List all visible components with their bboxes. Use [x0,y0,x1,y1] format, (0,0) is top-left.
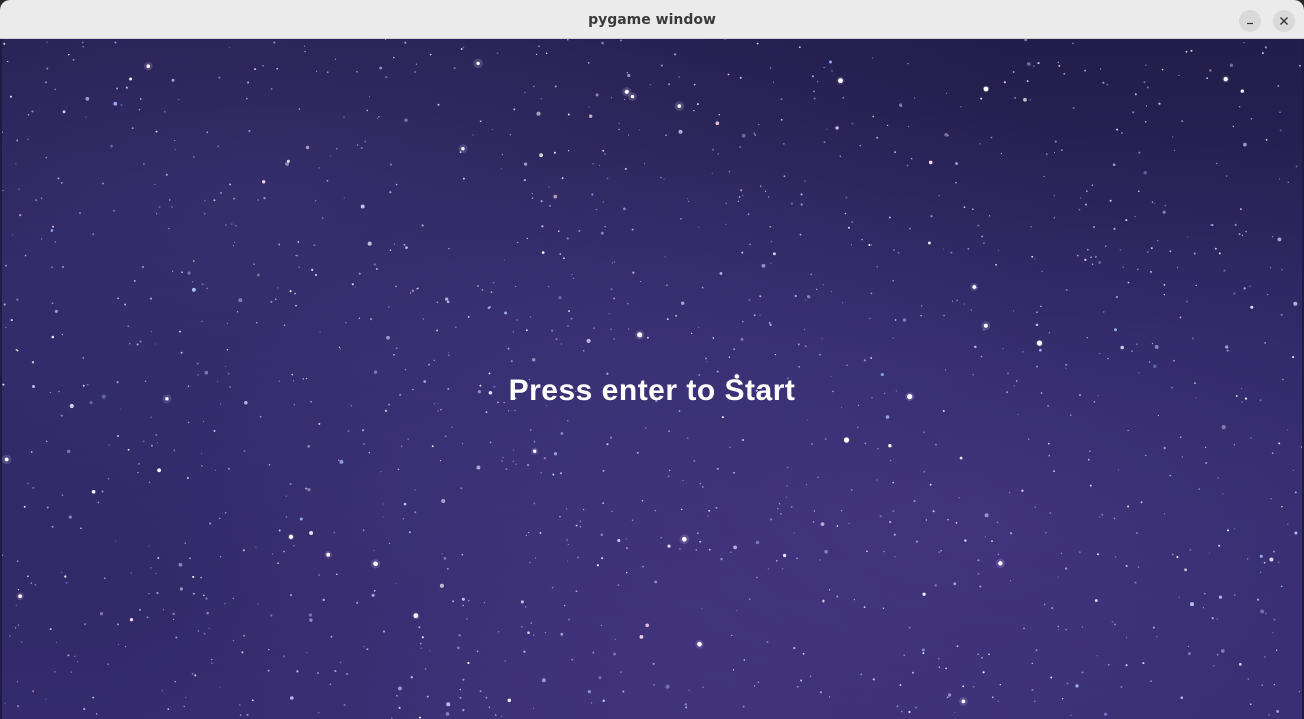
start-prompt: Press enter to Start [508,374,796,407]
title-bar[interactable]: pygame window [0,0,1304,39]
minimize-button[interactable] [1239,10,1261,32]
close-icon [1279,16,1289,26]
game-canvas[interactable]: Press enter to Start [2,39,1302,719]
app-window: pygame window Press enter to Start [0,0,1304,719]
minimize-icon [1245,16,1255,26]
window-title: pygame window [588,12,716,28]
close-button[interactable] [1273,10,1295,32]
